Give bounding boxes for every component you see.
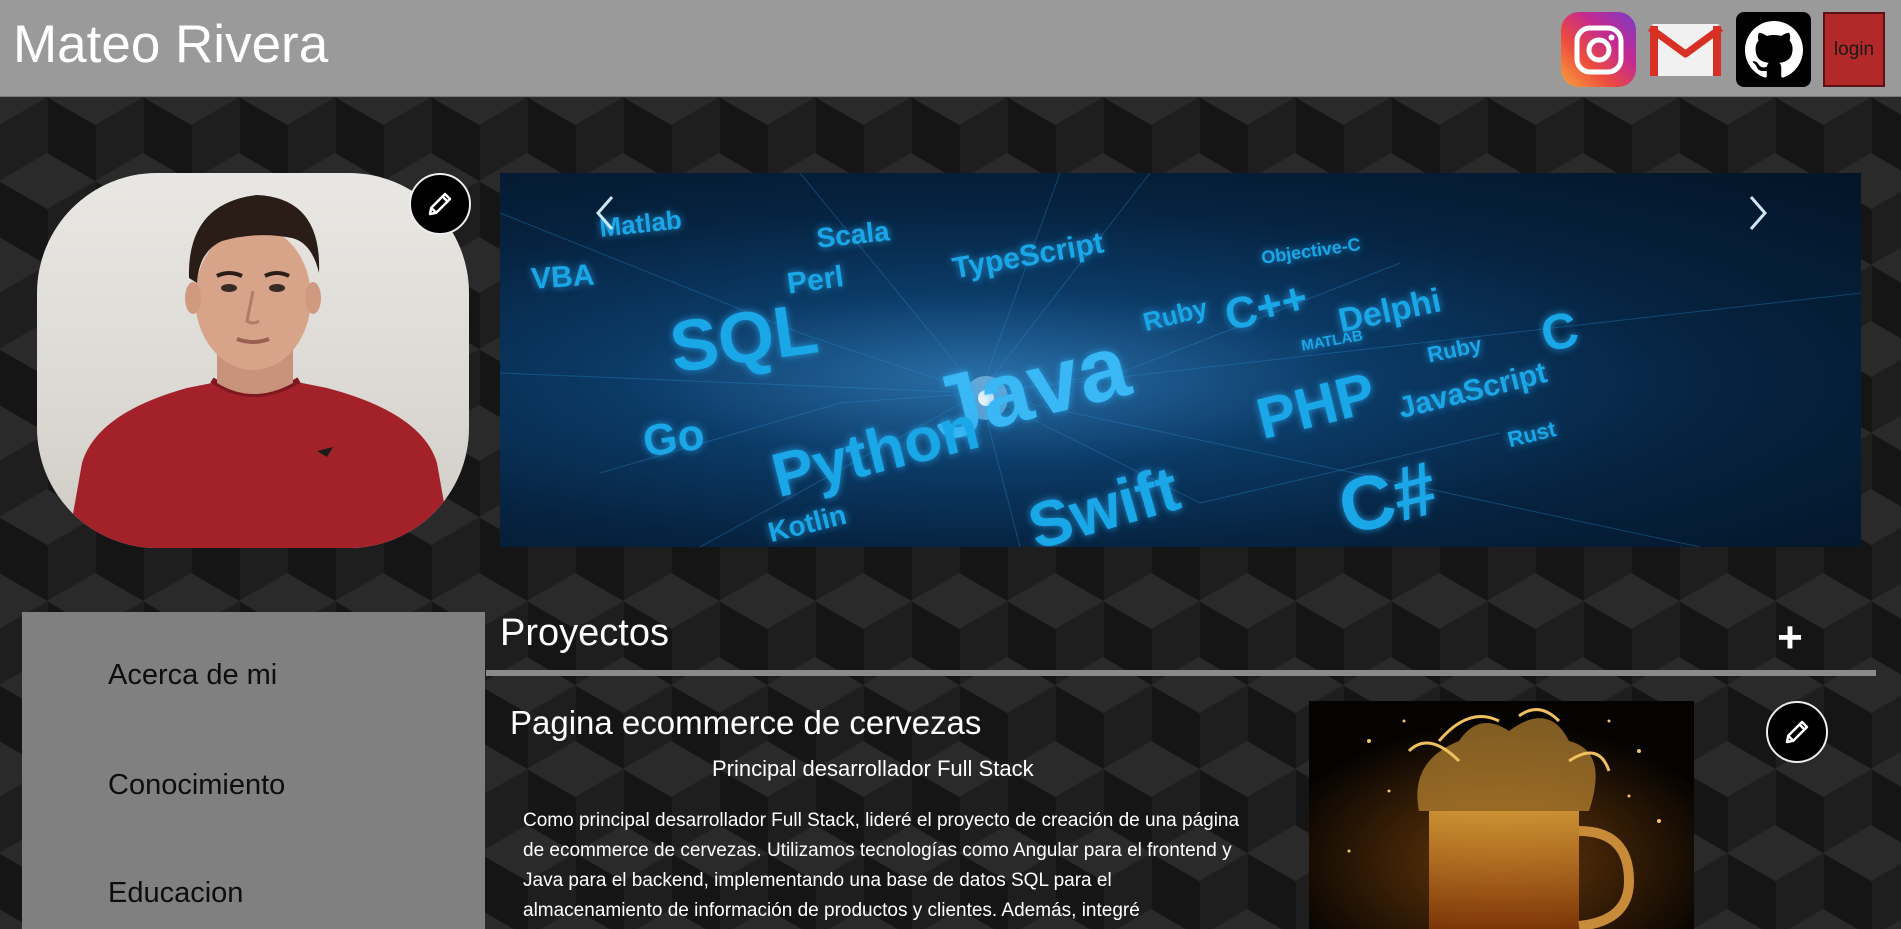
project-image <box>1309 701 1694 929</box>
project-title: Pagina ecommerce de cervezas <box>510 704 982 741</box>
login-button[interactable]: login <box>1823 12 1885 87</box>
pencil-icon <box>428 192 452 216</box>
sidebar-item-conocimiento[interactable]: Conocimiento <box>108 769 285 802</box>
banner-lang: Go <box>640 409 708 467</box>
github-icon <box>1744 20 1803 78</box>
pencil-icon <box>1785 720 1809 744</box>
profile-portrait <box>67 195 452 548</box>
sidebar-item-educacion[interactable]: Educacion <box>108 877 243 910</box>
carousel-prev-button[interactable] <box>586 193 626 233</box>
project-role: Principal desarrollador Full Stack <box>712 756 1034 781</box>
banner-lang: VBA <box>530 258 596 296</box>
profile-photo <box>37 173 469 548</box>
add-project-button[interactable]: + <box>1772 615 1808 661</box>
carousel-next-button[interactable] <box>1737 193 1777 233</box>
project-description: Como principal desarrollador Full Stack,… <box>523 810 1240 921</box>
beer-mug-image <box>1309 701 1694 929</box>
edit-project-button[interactable] <box>1766 701 1828 763</box>
projects-heading: Proyectos <box>500 612 669 654</box>
instagram-icon <box>1574 25 1623 74</box>
sidebar-nav: Acerca de mi Conocimiento Educacion <box>22 612 485 929</box>
gmail-icon <box>1648 23 1723 76</box>
section-divider <box>486 670 1876 676</box>
chevron-right-icon <box>1749 196 1767 230</box>
instagram-link[interactable] <box>1561 12 1636 87</box>
chevron-left-icon <box>596 196 614 230</box>
sidebar-item-acerca[interactable]: Acerca de mi <box>108 659 277 692</box>
site-header: Mateo Rivera login <box>0 0 1901 97</box>
github-link[interactable] <box>1736 12 1811 87</box>
banner-carousel: Matlab Scala VBA Perl TypeScript Objecti… <box>500 173 1861 547</box>
gmail-link[interactable] <box>1648 12 1723 87</box>
edit-profile-button[interactable] <box>409 173 471 235</box>
site-title: Mateo Rivera <box>13 15 329 74</box>
